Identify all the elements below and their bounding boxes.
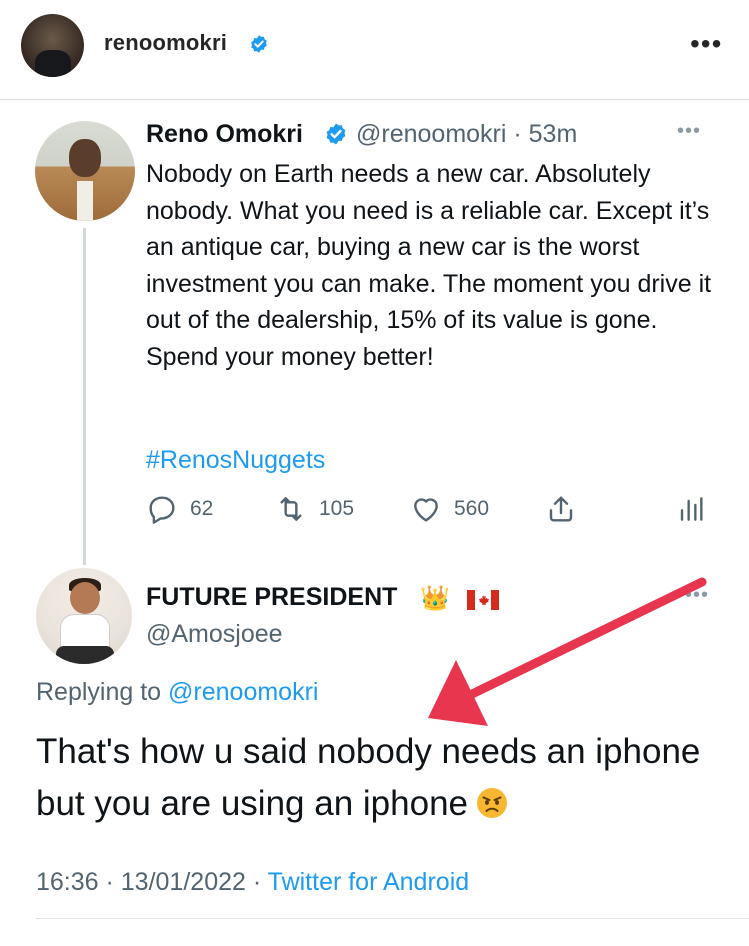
profile-username[interactable]: renoomokri — [104, 30, 227, 56]
tweet-author-handle[interactable]: @renoomokri · 53m — [356, 120, 577, 149]
reply-count: 62 — [190, 497, 214, 520]
reply-text: That's how u said nobody needs an iphone… — [36, 732, 701, 823]
angry-face-icon — [477, 788, 507, 818]
verified-badge-icon — [251, 35, 267, 53]
tweet-author-name[interactable]: Reno Omokri — [146, 120, 303, 149]
reply-author-name[interactable]: FUTURE PRESIDENT — [146, 583, 397, 612]
reply-author-avatar[interactable] — [36, 568, 132, 664]
share-icon — [549, 496, 573, 522]
analytics-button[interactable] — [674, 492, 706, 526]
reply-text-block: That's how u said nobody needs an iphone… — [36, 726, 736, 830]
tweet-timestamp[interactable]: 16:36 · 13/01/2022 · — [36, 868, 268, 896]
crown-emoji: 👑 — [420, 585, 450, 612]
tweet-timestamp-line: 16:36 · 13/01/2022 · Twitter for Android — [36, 868, 469, 897]
thread-connector — [83, 228, 86, 565]
retweet-count: 105 — [319, 497, 355, 520]
reply-button[interactable]: 62 — [146, 492, 213, 526]
analytics-icon — [680, 497, 703, 521]
share-button[interactable] — [545, 492, 577, 526]
tweet-text: Nobody on Earth needs a new car. Absolut… — [146, 160, 712, 371]
tweet-source-link[interactable]: Twitter for Android — [268, 868, 469, 896]
replying-to-line: Replying to @renoomokri — [36, 678, 318, 707]
reply-author-handle[interactable]: @Amosjoee — [146, 620, 283, 649]
replying-to-mention[interactable]: @renoomokri — [168, 678, 318, 706]
more-options-button[interactable]: ••• — [690, 30, 722, 58]
divider — [36, 918, 749, 919]
verified-badge-icon — [326, 123, 346, 145]
tweet-more-button[interactable]: ••• — [677, 120, 701, 143]
reply-more-button[interactable]: ••• — [685, 584, 709, 607]
heart-icon — [414, 498, 438, 522]
like-count: 560 — [454, 497, 490, 520]
tweet-author-avatar[interactable] — [35, 121, 135, 221]
hashtag-link[interactable]: #RenosNuggets — [146, 446, 325, 475]
retweet-icon — [280, 497, 302, 521]
profile-avatar[interactable] — [21, 14, 84, 77]
canada-flag-icon — [467, 590, 499, 610]
reply-icon — [149, 496, 175, 524]
post-header: renoomokri ••• — [0, 0, 749, 100]
retweet-button[interactable]: 105 — [275, 492, 354, 526]
like-button[interactable]: 560 — [410, 492, 489, 526]
replying-to-label: Replying to — [36, 678, 169, 706]
